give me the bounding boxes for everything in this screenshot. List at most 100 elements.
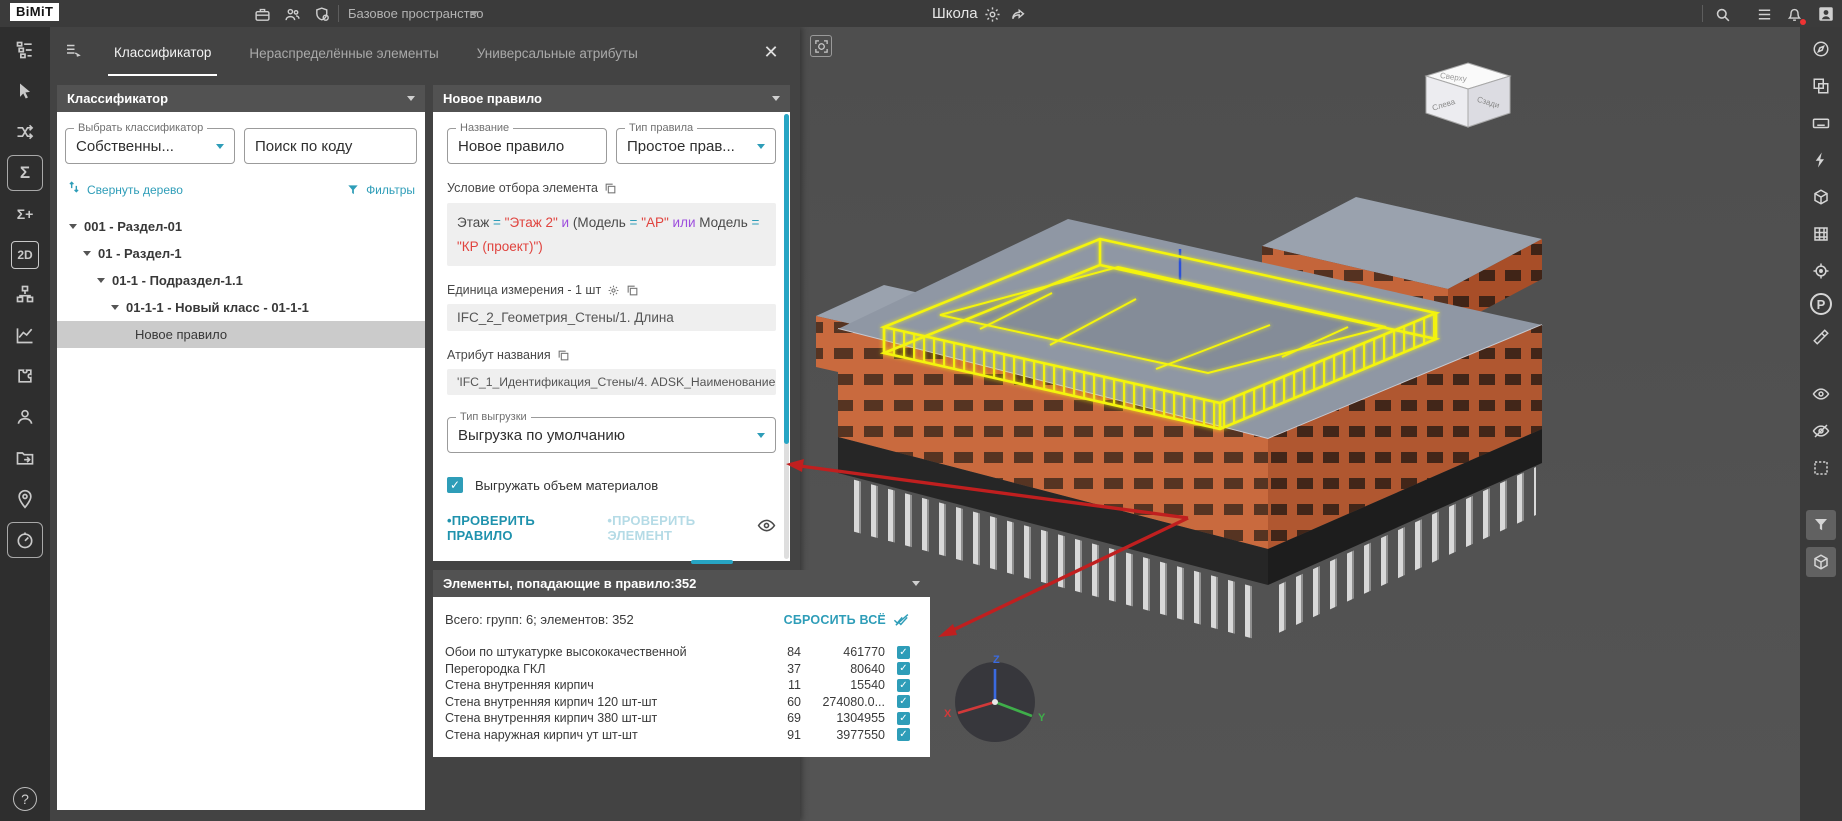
building-model[interactable]: Z X Y Сверху Слева Сзади: [800, 27, 1842, 821]
account-icon[interactable]: [1816, 4, 1836, 24]
rule-name-input[interactable]: Название Новое правило: [447, 128, 607, 164]
panel-resize-handle[interactable]: [691, 560, 733, 564]
two-d-view-icon[interactable]: 2D: [11, 241, 39, 269]
shared-folder-icon[interactable]: [7, 440, 43, 476]
unit-value[interactable]: IFC_2_Геометрия_Стены/1. Длина: [447, 304, 776, 331]
org-chart-icon[interactable]: [7, 276, 43, 312]
chevron-down-icon[interactable]: [216, 144, 224, 149]
analytics-chart-icon[interactable]: [7, 317, 43, 353]
user-location-icon[interactable]: [7, 481, 43, 517]
table-row[interactable]: Стена наружная кирпич ут шт-шт 91 397755…: [445, 727, 910, 744]
collapse-tree-button[interactable]: Свернуть дерево: [87, 183, 183, 197]
check-rule-button[interactable]: •ПРОВЕРИТЬ ПРАВИЛО: [447, 513, 597, 543]
classifier-sigma-icon[interactable]: Σ: [7, 155, 43, 191]
element-checkbox[interactable]: [897, 679, 910, 692]
workspace-caret-icon[interactable]: [470, 11, 478, 16]
structure-tree-icon[interactable]: [7, 32, 43, 68]
dashboard-gauge-icon[interactable]: [7, 522, 43, 558]
reset-all-button[interactable]: СБРОСИТЬ ВСЁ: [784, 611, 910, 628]
chevron-down-icon[interactable]: [757, 433, 765, 438]
element-checkbox[interactable]: [897, 662, 910, 675]
copy-icon[interactable]: [626, 284, 639, 297]
section-cut-icon[interactable]: [1806, 322, 1836, 352]
gear-icon[interactable]: [607, 284, 620, 297]
filters-button[interactable]: Фильтры: [346, 183, 415, 197]
tab-classifier[interactable]: Классификатор: [108, 29, 217, 76]
projects-icon[interactable]: [252, 4, 272, 24]
access-shield-icon[interactable]: [312, 4, 332, 24]
code-search-input[interactable]: Поиск по коду: [244, 128, 417, 164]
grid-icon[interactable]: [1806, 219, 1836, 249]
select-cursor-icon[interactable]: [7, 73, 43, 109]
viewport-cube-icon[interactable]: [1806, 547, 1836, 577]
rule-type-select[interactable]: Тип правила Простое прав...: [616, 128, 776, 164]
tree-expand-icon[interactable]: [83, 251, 91, 256]
tree-expand-icon[interactable]: [111, 305, 119, 310]
copy-icon[interactable]: [604, 182, 617, 195]
search-icon[interactable]: [1712, 4, 1732, 24]
show-eye-icon[interactable]: [1806, 379, 1836, 409]
chevron-down-icon[interactable]: [772, 96, 780, 101]
tree-expand-icon[interactable]: [69, 224, 77, 229]
tree-item[interactable]: 001 - Раздел-01: [65, 213, 417, 240]
parking-icon[interactable]: P: [1810, 293, 1832, 315]
team-icon[interactable]: [282, 4, 302, 24]
relations-icon[interactable]: [7, 114, 43, 150]
table-row[interactable]: Стена внутренняя кирпич 380 шт-шт 69 130…: [445, 710, 910, 727]
orientation-gizmo[interactable]: Z X Y: [944, 654, 1046, 742]
navigate-compass-icon[interactable]: [1806, 34, 1836, 64]
layers-icon[interactable]: [1806, 71, 1836, 101]
export-type-select[interactable]: Тип выгрузки Выгрузка по умолчанию: [447, 417, 776, 453]
list-menu-icon[interactable]: [1754, 4, 1774, 24]
check-element-button[interactable]: •ПРОВЕРИТЬ ЭЛЕМЕНТ: [607, 513, 757, 543]
materials-checkbox[interactable]: [447, 477, 463, 493]
chevron-down-icon[interactable]: [912, 581, 920, 586]
tree-item[interactable]: 01 - Раздел-1: [65, 240, 417, 267]
attribute-name-value[interactable]: 'IFC_1_Идентификация_Стены/4. ADSK_Наиме…: [447, 369, 776, 395]
add-classifier-icon[interactable]: Σ+: [7, 196, 43, 232]
element-checkbox[interactable]: [897, 712, 910, 725]
classifier-section-header[interactable]: Классификатор: [57, 85, 425, 112]
hide-eye-off-icon[interactable]: [1806, 416, 1836, 446]
box-3d-icon[interactable]: [1806, 182, 1836, 212]
scrollbar-thumb[interactable]: [784, 114, 789, 444]
share-icon[interactable]: [1008, 4, 1028, 24]
tree-item-selected[interactable]: Новое правило: [57, 321, 425, 348]
expand-collapse-icon[interactable]: [67, 180, 81, 199]
viewport-filter-icon[interactable]: [1806, 510, 1836, 540]
element-checkbox[interactable]: [897, 728, 910, 741]
condition-expression[interactable]: Этаж = "Этаж 2" и (Модель = "АР" или Мод…: [447, 203, 776, 266]
collapse-panel-icon[interactable]: [64, 41, 82, 64]
table-row[interactable]: Стена внутренняя кирпич 120 шт-шт 60 274…: [445, 694, 910, 711]
plugins-puzzle-icon[interactable]: [7, 358, 43, 394]
table-row[interactable]: Обои по штукатурке высококачественной 84…: [445, 644, 910, 661]
element-checkbox[interactable]: [897, 646, 910, 659]
rule-section-header[interactable]: Новое правило: [433, 85, 790, 112]
tree-item[interactable]: 01-1-1 - Новый класс - 01-1-1: [65, 294, 417, 321]
lightning-icon[interactable]: [1806, 145, 1836, 175]
tab-universal-attributes[interactable]: Универсальные атрибуты: [471, 30, 644, 75]
chevron-down-icon[interactable]: [757, 144, 765, 149]
chevron-down-icon[interactable]: [407, 96, 415, 101]
view-cube[interactable]: Сверху Слева Сзади: [1426, 63, 1510, 127]
close-icon[interactable]: ✕: [760, 41, 782, 63]
tab-unassigned-elements[interactable]: Нераспределённые элементы: [243, 30, 444, 75]
tree-expand-icon[interactable]: [97, 278, 105, 283]
scrollbar[interactable]: [784, 114, 789, 559]
notifications-bell-icon[interactable]: [1784, 4, 1804, 24]
help-icon[interactable]: ?: [13, 787, 37, 811]
marquee-select-icon[interactable]: [1806, 453, 1836, 483]
workspace-selector[interactable]: Базовое пространство: [348, 6, 484, 21]
target-icon[interactable]: [1806, 256, 1836, 286]
element-checkbox[interactable]: [897, 695, 910, 708]
table-row[interactable]: Стена внутренняя кирпич 11 15540: [445, 677, 910, 694]
classifier-select[interactable]: Выбрать классификатор Собственны...: [65, 128, 235, 164]
settings-gear-icon[interactable]: [982, 4, 1002, 24]
eye-icon[interactable]: [757, 516, 776, 540]
users-icon[interactable]: [7, 399, 43, 435]
table-row[interactable]: Перегородка ГКЛ 37 80640: [445, 661, 910, 678]
keyboard-icon[interactable]: [1806, 108, 1836, 138]
viewport-3d[interactable]: Z X Y Сверху Слева Сзади: [800, 27, 1842, 821]
elements-section-header[interactable]: Элементы, попадающие в правило:352: [433, 570, 930, 597]
focus-model-icon[interactable]: [810, 35, 832, 57]
